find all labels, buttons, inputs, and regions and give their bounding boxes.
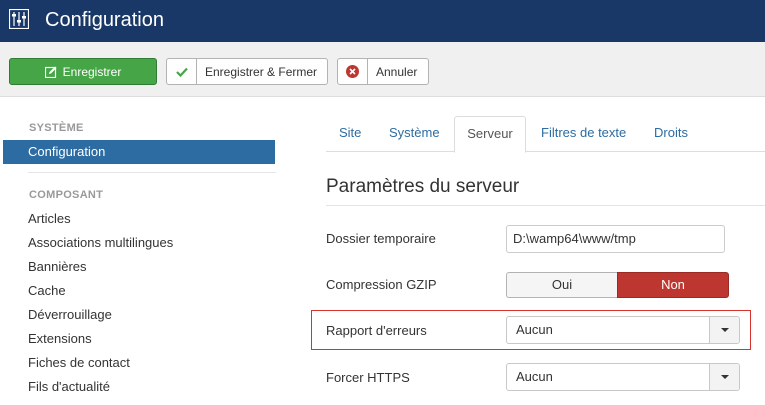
save-close-label: Enregistrer & Fermer — [205, 64, 318, 79]
toolbar: Enregistrer Enregistrer & Fermer Annuler — [0, 42, 765, 97]
sidebar-item-fils-actualite[interactable]: Fils d'actualité — [28, 379, 110, 394]
save-button-label: Enregistrer — [62, 64, 122, 79]
page-title: Configuration — [45, 9, 164, 31]
gzip-no-option[interactable]: Non — [617, 272, 729, 298]
tab-site[interactable]: Site — [339, 116, 361, 152]
tab-serveur[interactable]: Serveur — [454, 116, 526, 153]
sidebar-item-cache[interactable]: Cache — [28, 283, 66, 298]
force-https-value: Aucun — [516, 369, 553, 384]
chevron-down-icon — [709, 317, 739, 343]
section-divider — [326, 205, 765, 206]
check-icon — [167, 59, 197, 84]
sidebar-item-bannieres[interactable]: Bannières — [28, 259, 87, 274]
app-header: Configuration — [0, 0, 765, 42]
tab-filtres-texte[interactable]: Filtres de texte — [541, 116, 626, 152]
temp-dir-label: Dossier temporaire — [326, 231, 436, 246]
sidebar-item-associations[interactable]: Associations multilingues — [28, 235, 173, 250]
error-report-label: Rapport d'erreurs — [326, 323, 427, 338]
tab-droits[interactable]: Droits — [654, 116, 688, 152]
gzip-toggle: Oui Non — [506, 272, 729, 298]
gzip-yes-option[interactable]: Oui — [506, 272, 617, 298]
section-title: Paramètres du serveur — [326, 176, 520, 197]
error-report-select[interactable]: Aucun — [506, 316, 740, 344]
sidebar-item-deverrouillage[interactable]: Déverrouillage — [28, 307, 112, 322]
sidebar-heading-system: SYSTÈME — [29, 122, 84, 134]
edit-icon — [44, 66, 57, 78]
chevron-down-icon — [709, 364, 739, 390]
force-https-label: Forcer HTTPS — [326, 370, 410, 385]
force-https-select[interactable]: Aucun — [506, 363, 740, 391]
save-button[interactable]: Enregistrer — [9, 58, 157, 85]
sidebar-heading-component: COMPOSANT — [29, 189, 104, 201]
sidebar-divider — [28, 172, 276, 173]
sidebar-item-articles[interactable]: Articles — [28, 211, 71, 226]
cancel-label: Annuler — [376, 64, 418, 79]
equalizer-icon — [9, 9, 29, 29]
temp-dir-input[interactable]: D:\wamp64\www/tmp — [506, 225, 725, 253]
sidebar-item-extensions[interactable]: Extensions — [28, 331, 92, 346]
sidebar-item-fiches-contact[interactable]: Fiches de contact — [28, 355, 130, 370]
error-report-value: Aucun — [516, 322, 553, 337]
cancel-circle-icon — [338, 59, 368, 84]
cancel-button[interactable]: Annuler — [337, 58, 429, 85]
save-close-button[interactable]: Enregistrer & Fermer — [166, 58, 328, 85]
gzip-label: Compression GZIP — [326, 277, 437, 292]
sidebar-item-configuration[interactable]: Configuration — [3, 140, 275, 164]
tab-systeme[interactable]: Système — [389, 116, 440, 152]
tab-bar: Site Système Serveur Filtres de texte Dr… — [326, 116, 765, 153]
